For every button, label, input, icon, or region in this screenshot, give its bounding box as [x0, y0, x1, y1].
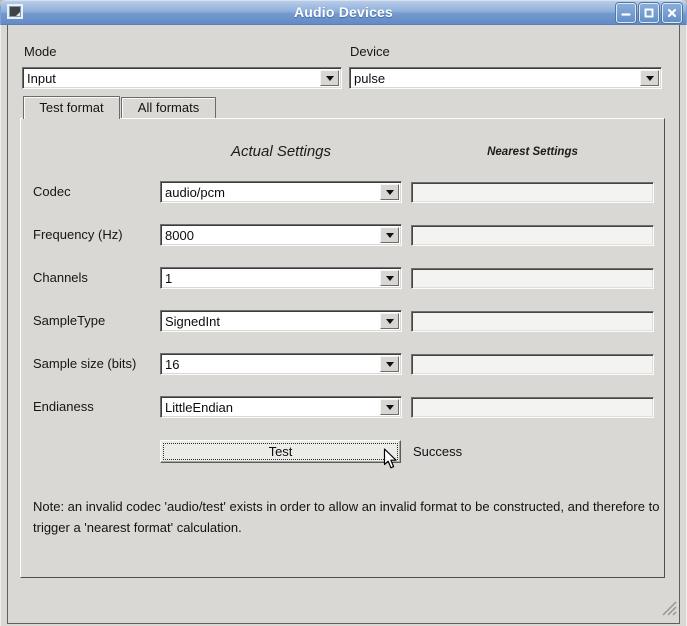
codec-value: audio/pcm — [165, 185, 225, 200]
tab-test-format[interactable]: Test format — [23, 96, 120, 119]
test-button-label: Test — [163, 443, 398, 460]
sampletype-nearest-field — [411, 311, 654, 332]
window-controls — [616, 3, 682, 23]
actual-settings-header: Actual Settings — [160, 143, 402, 160]
device-value: pulse — [354, 71, 385, 86]
mouse-cursor-icon — [383, 448, 398, 475]
sampletype-label: SampleType — [33, 313, 105, 328]
nearest-settings-header: Nearest Settings — [411, 146, 654, 158]
mode-label: Mode — [24, 44, 57, 59]
endianess-nearest-field — [411, 397, 654, 418]
endianess-select[interactable]: LittleEndian — [160, 396, 402, 418]
tab-all-formats[interactable]: All formats — [121, 97, 216, 118]
test-button[interactable]: Test — [160, 440, 401, 463]
maximize-button[interactable] — [639, 3, 659, 23]
sampletype-select[interactable]: SignedInt — [160, 310, 402, 332]
codec-select[interactable]: audio/pcm — [160, 181, 402, 203]
close-button[interactable] — [662, 3, 682, 23]
dropdown-arrow-icon[interactable] — [320, 70, 339, 86]
samplesize-label: Sample size (bits) — [33, 356, 136, 371]
dropdown-arrow-icon[interactable] — [380, 399, 399, 415]
samplesize-select[interactable]: 16 — [160, 353, 402, 375]
window-title: Audio Devices — [0, 4, 687, 20]
titlebar[interactable]: Audio Devices — [0, 0, 687, 25]
dropdown-arrow-icon[interactable] — [380, 313, 399, 329]
dropdown-arrow-icon[interactable] — [380, 270, 399, 286]
codec-nearest-field — [411, 182, 654, 203]
dropdown-arrow-icon[interactable] — [380, 184, 399, 200]
frequency-select[interactable]: 8000 — [160, 224, 402, 246]
status-text: Success — [413, 444, 462, 459]
endianess-value: LittleEndian — [165, 400, 233, 415]
channels-select[interactable]: 1 — [160, 267, 402, 289]
mode-value: Input — [27, 71, 56, 86]
codec-label: Codec — [33, 184, 71, 199]
samplesize-value: 16 — [165, 357, 179, 372]
channels-nearest-field — [411, 268, 654, 289]
mode-select[interactable]: Input — [22, 67, 342, 89]
dropdown-arrow-icon[interactable] — [380, 356, 399, 372]
frequency-value: 8000 — [165, 228, 194, 243]
samplesize-nearest-field — [411, 354, 654, 375]
frequency-nearest-field — [411, 225, 654, 246]
device-label: Device — [350, 44, 390, 59]
device-select[interactable]: pulse — [349, 67, 662, 89]
minimize-button[interactable] — [616, 3, 636, 23]
sampletype-value: SignedInt — [165, 314, 220, 329]
channels-value: 1 — [165, 271, 172, 286]
endianess-label: Endianess — [33, 399, 94, 414]
audio-devices-window: Audio Devices Mode Input Device pulse Te… — [0, 0, 687, 626]
dropdown-arrow-icon[interactable] — [640, 70, 659, 86]
channels-label: Channels — [33, 270, 88, 285]
dropdown-arrow-icon[interactable] — [380, 227, 399, 243]
frequency-label: Frequency (Hz) — [33, 227, 123, 242]
resize-grip-icon[interactable] — [662, 601, 677, 621]
note-text: Note: an invalid codec 'audio/test' exis… — [33, 496, 669, 538]
